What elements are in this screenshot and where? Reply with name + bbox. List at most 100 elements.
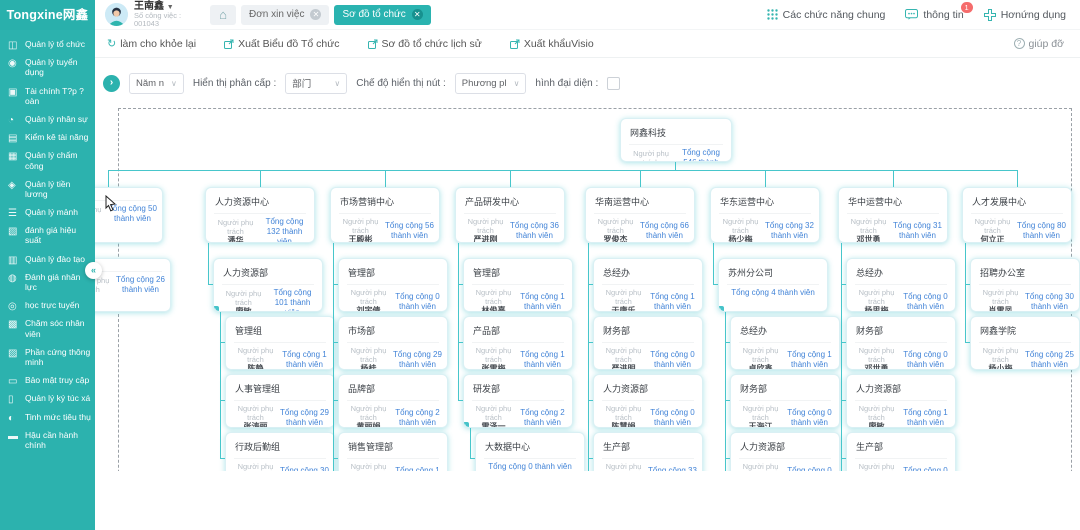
org-node-total[interactable]: Tổng cộng 29 thành viên <box>393 350 442 370</box>
sidebar-item-finance[interactable]: ▣Tài chính T?p ?oàn <box>0 82 95 110</box>
org-node-total[interactable]: Tổng cộng 0 thành viên <box>648 408 697 428</box>
sidebar-collapse-button[interactable]: « <box>85 262 102 279</box>
panel-expand-button[interactable]: › <box>103 75 120 92</box>
sidebar-item-org[interactable]: ◫Quản lý tổ chức <box>0 35 95 53</box>
node-mode-select[interactable]: Phương pl∨ <box>455 73 527 94</box>
org-node[interactable]: 财务部Người phụ trách王海江Tổng cộng 0 thành v… <box>730 374 840 428</box>
org-node-total[interactable]: Tổng cộng 101 thành viên <box>268 288 317 312</box>
common-functions-button[interactable]: Các chức năng chung <box>767 9 886 21</box>
org-node-total[interactable]: Tổng cộng 29 thành viên <box>280 408 329 428</box>
org-node-total[interactable]: Tổng cộng 33 thành viên <box>648 466 697 471</box>
org-node[interactable]: 生产部Người phụ trách谢平清Tổng cộng 33 thành … <box>593 432 703 471</box>
org-node[interactable]: 招聘办公室Người phụ trách肖雪凤Tổng cộng 30 thàn… <box>970 258 1080 312</box>
avatar-checkbox[interactable] <box>607 77 620 90</box>
org-node[interactable]: 品牌部Người phụ trách黄丽娟Tổng cộng 2 thành v… <box>338 374 448 428</box>
org-node-total[interactable]: Tổng cộng 0 thành viên <box>648 350 697 370</box>
org-node[interactable]: 人才发展中心Người phụ trách何立正Tổng cộng 80 thà… <box>962 187 1072 243</box>
org-node[interactable]: 生产部Người phụ trách潘华Tổng cộng 0 thành vi… <box>846 432 956 471</box>
toolbar-org-history-button[interactable]: Sơ đồ tổ chức lịch sử <box>368 38 482 50</box>
more-apps-button[interactable]: Hơnứng dụng <box>984 9 1066 21</box>
toolbar-export-org-chart-button[interactable]: Xuất Biểu đồ Tổ chức <box>224 38 339 50</box>
org-node[interactable]: 总经办Người phụ trách卓欣鑫Tổng cộng 1 thành v… <box>730 316 840 370</box>
org-node-total[interactable]: Tổng cộng 0 thành viên <box>901 350 950 370</box>
sidebar-item-admin-logistics[interactable]: ▬Hậu cần hành chính <box>0 426 95 454</box>
org-node[interactable]: 人事管理组Người phụ trách张涛丽Tổng cộng 29 thàn… <box>225 374 335 428</box>
tab-2[interactable]: Sơ đồ tổ chức✕ <box>334 5 430 25</box>
org-node[interactable]: 销售管理部Người phụ trách何星Tổng cộng 1 thành … <box>338 432 448 471</box>
sidebar-item-access[interactable]: ▭Bảo mật truy cập <box>0 371 95 389</box>
org-node[interactable]: 市场营销中心Người phụ trách王殿彬Tổng cộng 56 thà… <box>330 187 440 243</box>
org-node-total[interactable]: Tổng cộng 0 thành viên <box>901 466 950 471</box>
org-node[interactable]: 大数据中心Tổng cộng 0 thành viên <box>475 432 585 471</box>
org-node[interactable]: 华东运营中心Người phụ trách杨少梅Tổng cộng 32 thà… <box>710 187 820 243</box>
user-avatar[interactable] <box>105 3 128 26</box>
org-node-total[interactable]: Tổng cộng 80 thành viên <box>1017 221 1066 241</box>
org-node-total[interactable]: Tổng cộng 0 thành viên <box>785 408 834 428</box>
toolbar-refresh-button[interactable]: ↻làm cho khỏe lại <box>107 37 196 50</box>
org-node[interactable]: 总经办Người phụ trách杨思梅Tổng cộng 0 thành v… <box>846 258 956 312</box>
close-icon[interactable]: ✕ <box>412 9 423 20</box>
org-node[interactable]: 总经办Người phụ trách于康乐Tổng cộng 1 thành v… <box>593 258 703 312</box>
sidebar-item-hr[interactable]: ◔Quản lý nhân sự <box>0 110 95 128</box>
org-node-total[interactable]: Tổng cộng 4 thành viên <box>724 288 822 298</box>
org-node[interactable]: 人力资源部Người phụ trách廖敏Tổng cộng 1 thành … <box>846 374 956 428</box>
close-icon[interactable]: ✕ <box>310 9 321 20</box>
org-chart-canvas[interactable]: 网鑫科技Người phụ trách罗金华Tổng cộng 546 thàn… <box>95 100 1080 471</box>
org-node-total[interactable]: Tổng cộng 26 thành viên <box>116 275 165 295</box>
org-node-total[interactable]: Tổng cộng 30 thành viên <box>1025 292 1074 312</box>
org-node-total[interactable]: Tổng cộng 132 thành viên <box>260 217 309 243</box>
org-node-total[interactable]: Tổng cộng 31 thành viên <box>893 221 942 241</box>
org-node-total[interactable]: Tổng cộng 36 thành viên <box>510 221 559 241</box>
org-node-total[interactable]: Tổng cộng 0 thành viên <box>481 462 579 471</box>
sidebar-item-piecework[interactable]: ☰Quản lý mảnh <box>0 203 95 221</box>
org-node[interactable]: 华中运营中心Người phụ trách邓世勇Tổng cộng 31 thà… <box>838 187 948 243</box>
org-node-root[interactable]: 网鑫科技Người phụ trách罗金华Tổng cộng 546 thàn… <box>620 118 732 162</box>
org-node-total[interactable]: Tổng cộng 66 thành viên <box>640 221 689 241</box>
org-node[interactable]: 人力资源中心Người phụ trách潘华Tổng cộng 132 thà… <box>205 187 315 243</box>
org-node-total[interactable]: Tổng cộng 1 thành viên <box>393 466 442 471</box>
org-node[interactable]: 研发部Người phụ trách雷泽一Tổng cộng 2 thành v… <box>463 374 573 428</box>
org-node[interactable]: 管理部Người phụ trách林俊熹Tổng cộng 1 thành v… <box>463 258 573 312</box>
org-node-total[interactable]: Tổng cộng 1 thành viên <box>518 292 567 312</box>
sidebar-item-attendance[interactable]: ▦Quản lý chấm công <box>0 146 95 174</box>
org-node-total[interactable]: Tổng cộng 32 thành viên <box>765 221 814 241</box>
tab-1[interactable]: Đơn xin việc✕ <box>241 5 329 25</box>
org-node[interactable]: 管理组Người phụ trách陈静Tổng cộng 1 thành vi… <box>225 316 335 370</box>
org-node[interactable]: 人力资源部Người phụ trách邬丽红Tổng cộng 0 thành… <box>730 432 840 471</box>
sidebar-item-performance[interactable]: ▧đánh giá hiệu suất <box>0 221 95 249</box>
year-select[interactable]: Năm n∨ <box>129 73 184 94</box>
sidebar-item-recruit[interactable]: ◉Quản lý tuyển dụng <box>0 53 95 81</box>
org-node[interactable]: 行政后勤组Người phụ trách陈凡Tổng cộng 30 thành… <box>225 432 335 471</box>
org-node[interactable]: 人力资源部Người phụ trách陈慧娟Tổng cộng 0 thành… <box>593 374 703 428</box>
sidebar-item-care[interactable]: ▩Chăm sóc nhân viên <box>0 314 95 342</box>
org-node[interactable]: 财务部Người phụ trách邓世勇Tổng cộng 0 thành v… <box>846 316 956 370</box>
sidebar-item-elearning[interactable]: ◎học trực tuyến <box>0 296 95 314</box>
sidebar-item-talent-inventory[interactable]: ▤Kiểm kê tài năng <box>0 128 95 146</box>
org-node-total[interactable]: Tổng cộng 546 thành viên <box>676 148 726 162</box>
sidebar-item-hardware[interactable]: ▨Phần cứng thông minh <box>0 343 95 371</box>
org-node-total[interactable]: Tổng cộng 2 thành viên <box>393 408 442 428</box>
org-node-total[interactable]: Tổng cộng 1 thành viên <box>901 408 950 428</box>
org-node-total[interactable]: Tổng cộng 1 thành viên <box>785 350 834 370</box>
org-node[interactable]: 市场部Người phụ trách杨桂Tổng cộng 29 thành v… <box>338 316 448 370</box>
org-node-total[interactable]: Tổng cộng 56 thành viên <box>385 221 434 241</box>
org-node[interactable]: 人力资源部Người phụ trách廖敏Tổng cộng 101 thàn… <box>213 258 323 312</box>
toolbar-export-visio-button[interactable]: Xuất khẩuVisio <box>510 38 594 50</box>
org-node[interactable]: 管理部Người phụ trách刘宇倩Tổng cộng 0 thành v… <box>338 258 448 312</box>
sidebar-item-quota[interactable]: ◐Tinh mức tiêu thụ <box>0 408 95 426</box>
hierarchy-select[interactable]: 部门∨ <box>285 73 347 94</box>
org-node-total[interactable]: Tổng cộng 0 thành viên <box>785 466 834 471</box>
sidebar-item-salary[interactable]: ◈Quản lý tiền lương <box>0 175 95 203</box>
messages-button[interactable]: thông tin 1 <box>905 9 963 21</box>
org-node-total[interactable]: Tổng cộng 0 thành viên <box>901 292 950 312</box>
org-node-total[interactable]: Tổng cộng 1 thành viên <box>280 350 329 370</box>
org-node-total[interactable]: Tổng cộng 0 thành viên <box>393 292 442 312</box>
sidebar-item-training[interactable]: ▥Quản lý đào tạo <box>0 250 95 268</box>
org-node-total[interactable]: Tổng cộng 30 thành viên <box>280 466 329 471</box>
org-node-total[interactable]: Tổng cộng 25 thành viên <box>1025 350 1074 370</box>
org-node[interactable]: 苏州分公司Tổng cộng 4 thành viên- <box>718 258 828 312</box>
org-node[interactable]: 财务部Người phụ trách严进明Tổng cộng 0 thành v… <box>593 316 703 370</box>
tab-home[interactable]: ⌂ <box>210 5 236 25</box>
help-button[interactable]: ? giúp đỡ <box>1014 38 1080 50</box>
org-node[interactable]: Người phụ tráchTổng cộng 26 thành viên <box>95 258 171 312</box>
